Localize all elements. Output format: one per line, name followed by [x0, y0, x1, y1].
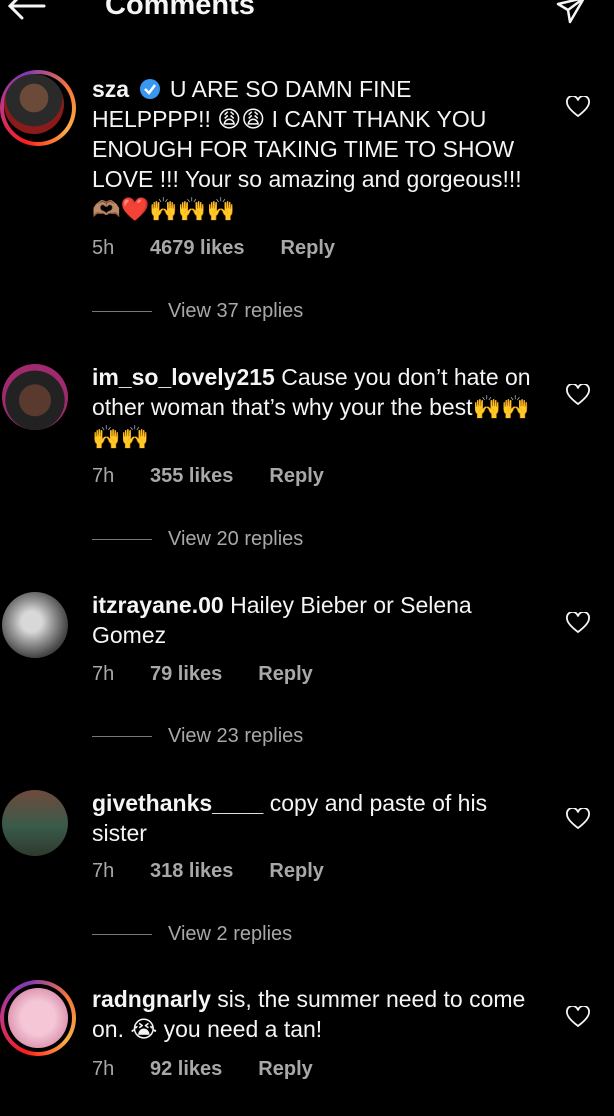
view-replies[interactable]: View 2 replies	[92, 922, 292, 946]
comment-time: 5h	[92, 237, 115, 259]
likes-count[interactable]: 4679 likes	[150, 236, 245, 260]
divider	[92, 736, 152, 738]
likes-count[interactable]: 355 likes	[150, 464, 233, 488]
story-ring[interactable]	[0, 980, 76, 1056]
divider	[92, 539, 152, 541]
comment-time: 7h	[92, 663, 115, 685]
reply-button[interactable]: Reply	[258, 1057, 312, 1081]
avatar[interactable]	[2, 790, 68, 856]
comment-time: 7h	[92, 465, 115, 487]
view-replies[interactable]: View 23 replies	[92, 724, 303, 748]
comment-meta: 7h 92 likes Reply	[92, 1057, 313, 1081]
comment-meta: 7h 355 likes Reply	[92, 464, 324, 488]
back-arrow-icon[interactable]	[4, 0, 48, 24]
reply-button[interactable]: Reply	[258, 662, 312, 686]
heart-icon[interactable]	[566, 1006, 590, 1028]
divider	[92, 311, 152, 313]
view-replies[interactable]: View 37 replies	[92, 299, 303, 323]
comment-username[interactable]: im_so_lovely215	[92, 364, 275, 390]
avatar[interactable]	[4, 74, 64, 134]
comment-time: 7h	[92, 1058, 115, 1080]
comment-meta: 5h 4679 likes Reply	[92, 236, 335, 260]
verified-badge-icon	[140, 79, 161, 99]
avatar[interactable]	[8, 988, 68, 1048]
divider	[92, 934, 152, 936]
likes-count[interactable]: 79 likes	[150, 662, 222, 686]
story-ring[interactable]	[0, 70, 76, 146]
comment-username[interactable]: itzrayane.00	[92, 592, 224, 618]
send-icon[interactable]	[556, 0, 586, 24]
page-title: Comments	[105, 0, 255, 21]
heart-icon[interactable]	[566, 612, 590, 634]
heart-icon[interactable]	[566, 384, 590, 406]
likes-count[interactable]: 92 likes	[150, 1057, 222, 1081]
likes-count[interactable]: 318 likes	[150, 859, 233, 883]
heart-icon[interactable]	[566, 808, 590, 830]
heart-icon[interactable]	[566, 96, 590, 118]
comment-time: 7h	[92, 860, 115, 882]
comment-username[interactable]: radngnarly	[92, 986, 211, 1012]
view-replies[interactable]: View 20 replies	[92, 527, 303, 551]
header: Comments	[0, 0, 614, 30]
reply-button[interactable]: Reply	[269, 464, 323, 488]
reply-button[interactable]: Reply	[281, 236, 335, 260]
comment-meta: 7h 79 likes Reply	[92, 662, 313, 686]
comment-username[interactable]: givethanks____	[92, 790, 263, 816]
comment-username[interactable]: sza	[92, 76, 129, 102]
avatar[interactable]	[2, 364, 68, 430]
avatar[interactable]	[2, 592, 68, 658]
comment-meta: 7h 318 likes Reply	[92, 859, 324, 883]
reply-button[interactable]: Reply	[269, 859, 323, 883]
